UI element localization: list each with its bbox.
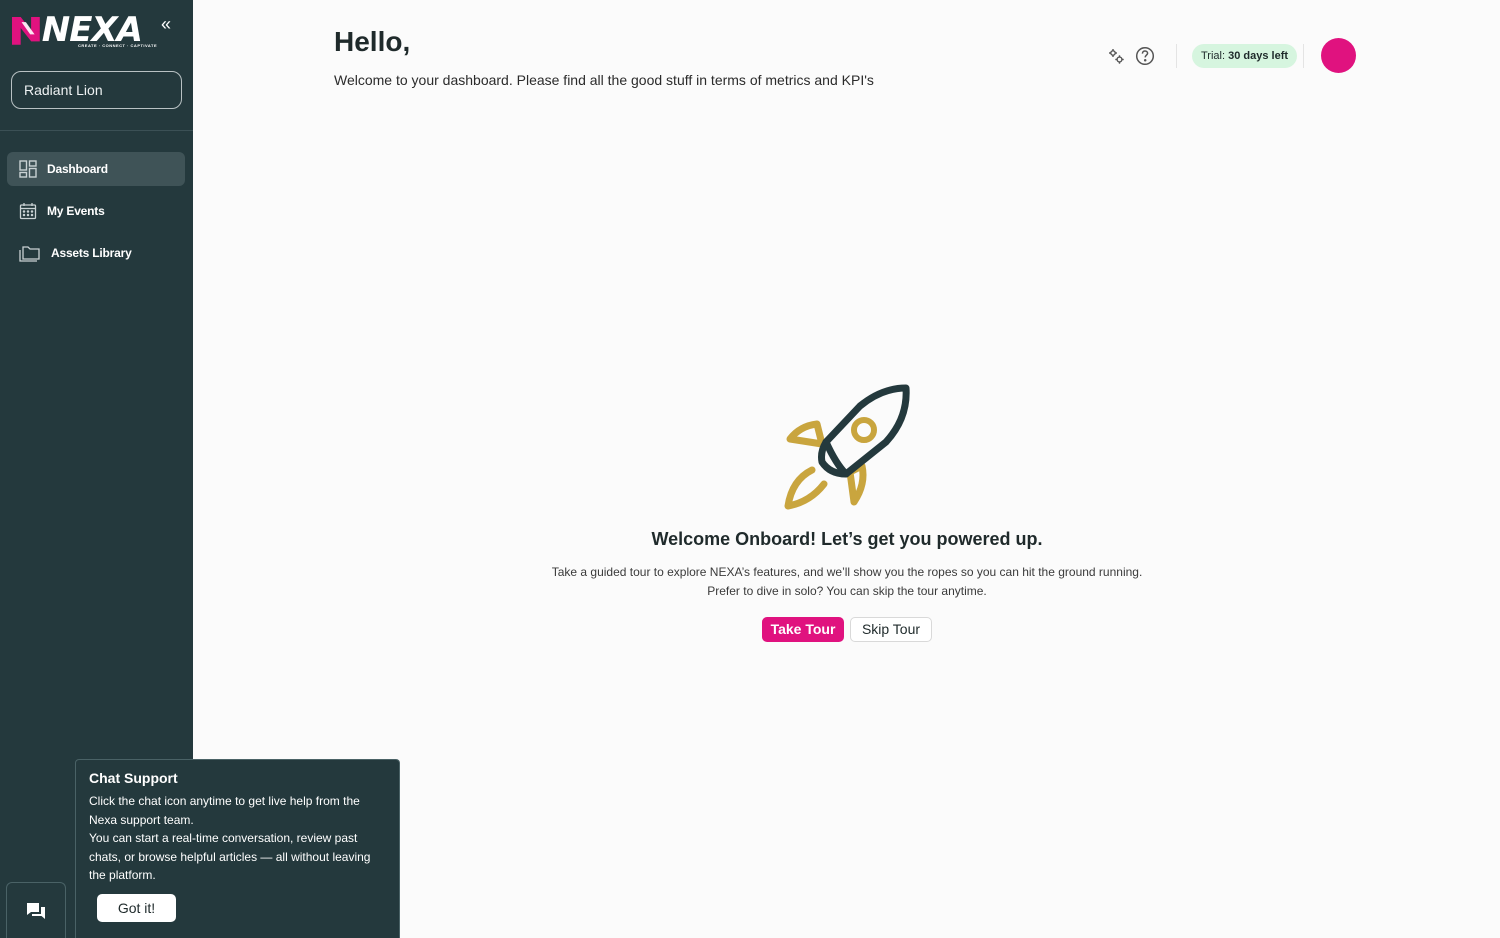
tooltip-text-2: You can start a real-time conversation, … [89, 831, 371, 882]
calendar-icon [19, 202, 37, 220]
take-tour-button[interactable]: Take Tour [762, 617, 844, 642]
sidebar-item-my-events[interactable]: My Events [7, 194, 185, 228]
settings-gears-icon[interactable] [1106, 46, 1126, 66]
workspace-name: Radiant Lion [24, 82, 103, 98]
folder-icon [19, 244, 41, 262]
page-subtitle: Welcome to your dashboard. Please find a… [334, 72, 874, 88]
sidebar-item-label: My Events [47, 204, 105, 218]
onboarding-title: Welcome Onboard! Let’s get you powered u… [651, 529, 1043, 549]
trial-days-left: 30 days left [1228, 50, 1289, 62]
onboarding-line-1: Take a guided tour to explore NEXA’s fea… [551, 565, 1143, 579]
user-avatar[interactable] [1321, 38, 1356, 73]
sidebar-item-dashboard[interactable]: Dashboard [7, 152, 185, 186]
chat-support-button[interactable] [6, 882, 66, 938]
tooltip-text-1: Click the chat icon anytime to get live … [89, 794, 360, 827]
sidebar-divider [0, 130, 193, 131]
brand-logo: NEXA CREATE · CONNECT · CAPTIVATE [12, 10, 157, 50]
trial-label: Trial: [1201, 50, 1226, 62]
onboarding-line-2: Prefer to dive in solo? You can skip the… [707, 584, 987, 598]
skip-tour-button[interactable]: Skip Tour [850, 617, 932, 642]
header-divider [1176, 44, 1177, 68]
page-title: Hello, [334, 26, 411, 57]
brand-tagline: CREATE · CONNECT · CAPTIVATE [78, 43, 158, 48]
nexa-logo-mark-icon [12, 16, 40, 45]
dashboard-icon [19, 160, 37, 178]
rocket-icon [784, 384, 910, 510]
trial-badge[interactable]: Trial: 30 days left [1192, 44, 1298, 68]
header-divider [1303, 44, 1304, 68]
chat-icon [27, 902, 45, 919]
onboarding-description: Take a guided tour to explore NEXA’s fea… [497, 563, 1197, 601]
brand-name: NEXA [41, 10, 143, 50]
sidebar-item-label: Dashboard [47, 162, 108, 176]
tooltip-title: Chat Support [89, 770, 178, 786]
chat-support-tooltip: Chat Support Click the chat icon anytime… [75, 759, 400, 938]
workspace-selector[interactable]: Radiant Lion [11, 71, 182, 109]
sidebar-item-label: Assets Library [51, 246, 132, 260]
got-it-button[interactable]: Got it! [97, 894, 176, 922]
collapse-sidebar-icon[interactable]: « [156, 14, 176, 34]
sidebar-item-assets-library[interactable]: Assets Library [7, 236, 185, 270]
help-icon[interactable] [1135, 46, 1155, 66]
